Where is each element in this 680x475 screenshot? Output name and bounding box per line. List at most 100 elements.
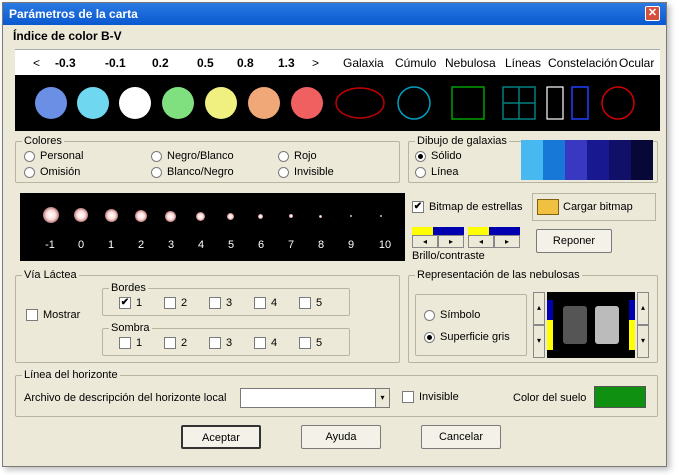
star-label: 0 — [77, 239, 85, 251]
ok-button[interactable]: Aceptar — [181, 425, 261, 449]
bv-index-bar: < -0.3 -0.1 0.2 0.5 0.8 1.3 > Galaxia Cú… — [15, 49, 660, 75]
radio-rojo[interactable]: Rojo — [278, 150, 317, 162]
bv-left-arrow[interactable]: < — [33, 56, 40, 70]
radio-superficie-gris[interactable]: Superficie gris — [424, 331, 510, 343]
radio-dot[interactable] — [415, 166, 426, 178]
border-level-4[interactable]: 4 — [254, 297, 277, 309]
swatch-bv-4[interactable] — [162, 87, 194, 119]
folder-icon — [537, 199, 559, 215]
nebula-down-arrow-left[interactable]: ▾ — [533, 325, 545, 358]
bitmap-checkbox[interactable]: ✔ Bitmap de estrellas — [412, 201, 523, 213]
radio-negro-blanco[interactable]: Negro/Blanco — [151, 150, 234, 162]
nebula-representation-group: Representación de las nebulosas Símbolo … — [408, 269, 658, 363]
bitmap-checkbox-label: Bitmap de estrellas — [429, 201, 523, 213]
load-bitmap-button[interactable]: Cargar bitmap — [532, 193, 656, 221]
radio-dot[interactable] — [278, 166, 289, 178]
radio-superficie-gris-label: Superficie gris — [440, 331, 510, 343]
nebula-up-arrow-right[interactable]: ▴ — [637, 292, 649, 325]
checkbox-box[interactable] — [209, 337, 221, 349]
galaxy-gradient-swatch[interactable] — [521, 140, 653, 180]
nebula-preview-canvas — [547, 292, 635, 358]
label-lineas: Líneas — [505, 56, 542, 70]
show-milky-way-checkbox[interactable]: Mostrar — [26, 309, 80, 321]
slider-left-arrow[interactable]: ◂ — [468, 235, 494, 248]
checkbox-box[interactable] — [254, 337, 266, 349]
swatch-bv-5[interactable] — [205, 87, 237, 119]
radio-solido[interactable]: Sólido — [415, 150, 462, 162]
close-button[interactable]: ✕ — [645, 6, 660, 21]
radio-dot[interactable] — [151, 150, 162, 162]
radio-dot[interactable] — [424, 309, 435, 321]
shade-level-2[interactable]: 2 — [164, 337, 187, 349]
border-level-3[interactable]: 3 — [209, 297, 232, 309]
checkbox-box[interactable] — [299, 297, 311, 309]
radio-personal-label: Personal — [40, 150, 84, 162]
shade-level-5[interactable]: 5 — [299, 337, 322, 349]
level-label: 4 — [271, 337, 278, 349]
checkbox-box[interactable] — [209, 297, 221, 309]
radio-omision[interactable]: Omisión — [24, 166, 80, 178]
contrast-slider[interactable]: ◂ ▸ — [468, 227, 520, 248]
radio-dot-selected[interactable] — [424, 331, 435, 343]
galaxy-gradient-step — [565, 140, 587, 180]
slider-left-arrow[interactable]: ◂ — [412, 235, 438, 248]
swatch-bv-2[interactable] — [77, 87, 109, 119]
horizon-legend: Línea del horizonte — [22, 369, 120, 381]
shade-level-1[interactable]: 1 — [119, 337, 142, 349]
reset-button[interactable]: Reponer — [536, 229, 612, 253]
nebula-dark-swatch — [563, 306, 587, 344]
checkbox-box[interactable] — [26, 309, 38, 321]
dropdown-arrow-icon[interactable]: ▾ — [375, 389, 389, 407]
checkbox-box[interactable] — [299, 337, 311, 349]
star-label: 1 — [107, 239, 115, 251]
galaxy-drawing-group: Dibujo de galaxias Sólido Línea — [408, 135, 658, 183]
star-label: 2 — [137, 239, 145, 251]
bitmap-panel: ✔ Bitmap de estrellas Cargar bitmap ◂ ▸ ◂… — [408, 189, 658, 267]
horizon-file-combo[interactable]: ▾ — [240, 388, 390, 408]
swatch-bv-3[interactable] — [119, 87, 151, 119]
checkbox-box[interactable]: ✔ — [412, 201, 424, 213]
nebula-gray-preview: ▴ ▾ ▴ ▾ — [533, 292, 651, 358]
checkbox-box[interactable]: ✔ — [119, 297, 131, 309]
colors-legend: Colores — [22, 135, 64, 147]
brightness-slider[interactable]: ◂ ▸ — [412, 227, 464, 248]
radio-linea[interactable]: Línea — [415, 166, 459, 178]
bv-right-arrow[interactable]: > — [312, 56, 319, 70]
help-button[interactable]: Ayuda — [301, 425, 381, 449]
horizon-invisible-checkbox[interactable]: Invisible — [402, 391, 459, 403]
checkbox-box[interactable] — [119, 337, 131, 349]
border-level-1[interactable]: ✔ 1 — [119, 297, 142, 309]
ground-color-swatch[interactable] — [594, 386, 646, 408]
star-label: 8 — [317, 239, 325, 251]
radio-dot-selected[interactable] — [415, 150, 426, 162]
checkbox-box[interactable] — [254, 297, 266, 309]
radio-dot[interactable] — [278, 150, 289, 162]
shade-level-3[interactable]: 3 — [209, 337, 232, 349]
radio-invisible[interactable]: Invisible — [278, 166, 334, 178]
slider-track — [412, 227, 464, 235]
slider-right-arrow[interactable]: ▸ — [494, 235, 520, 248]
swatch-bv-7[interactable] — [291, 87, 323, 119]
radio-simbolo[interactable]: Símbolo — [424, 309, 480, 321]
nebula-up-arrow-left[interactable]: ▴ — [533, 292, 545, 325]
radio-dot[interactable] — [24, 166, 35, 178]
nebula-brightness-bar-right — [629, 300, 635, 350]
border-level-2[interactable]: 2 — [164, 297, 187, 309]
radio-dot[interactable] — [151, 166, 162, 178]
shade-level-4[interactable]: 4 — [254, 337, 277, 349]
nebula-down-arrow-right[interactable]: ▾ — [637, 325, 649, 358]
galaxy-gradient-step — [587, 140, 609, 180]
radio-personal[interactable]: Personal — [24, 150, 83, 162]
radio-dot[interactable] — [24, 150, 35, 162]
cancel-button[interactable]: Cancelar — [421, 425, 501, 449]
border-level-5[interactable]: 5 — [299, 297, 322, 309]
checkbox-box[interactable] — [402, 391, 414, 403]
slider-right-arrow[interactable]: ▸ — [438, 235, 464, 248]
galaxy-drawing-legend: Dibujo de galaxias — [415, 135, 509, 147]
checkbox-box[interactable] — [164, 297, 176, 309]
checkbox-box[interactable] — [164, 337, 176, 349]
bv-value-1: -0.3 — [55, 56, 76, 70]
radio-blanco-negro[interactable]: Blanco/Negro — [151, 166, 234, 178]
swatch-bv-6[interactable] — [248, 87, 280, 119]
swatch-bv-1[interactable] — [35, 87, 67, 119]
